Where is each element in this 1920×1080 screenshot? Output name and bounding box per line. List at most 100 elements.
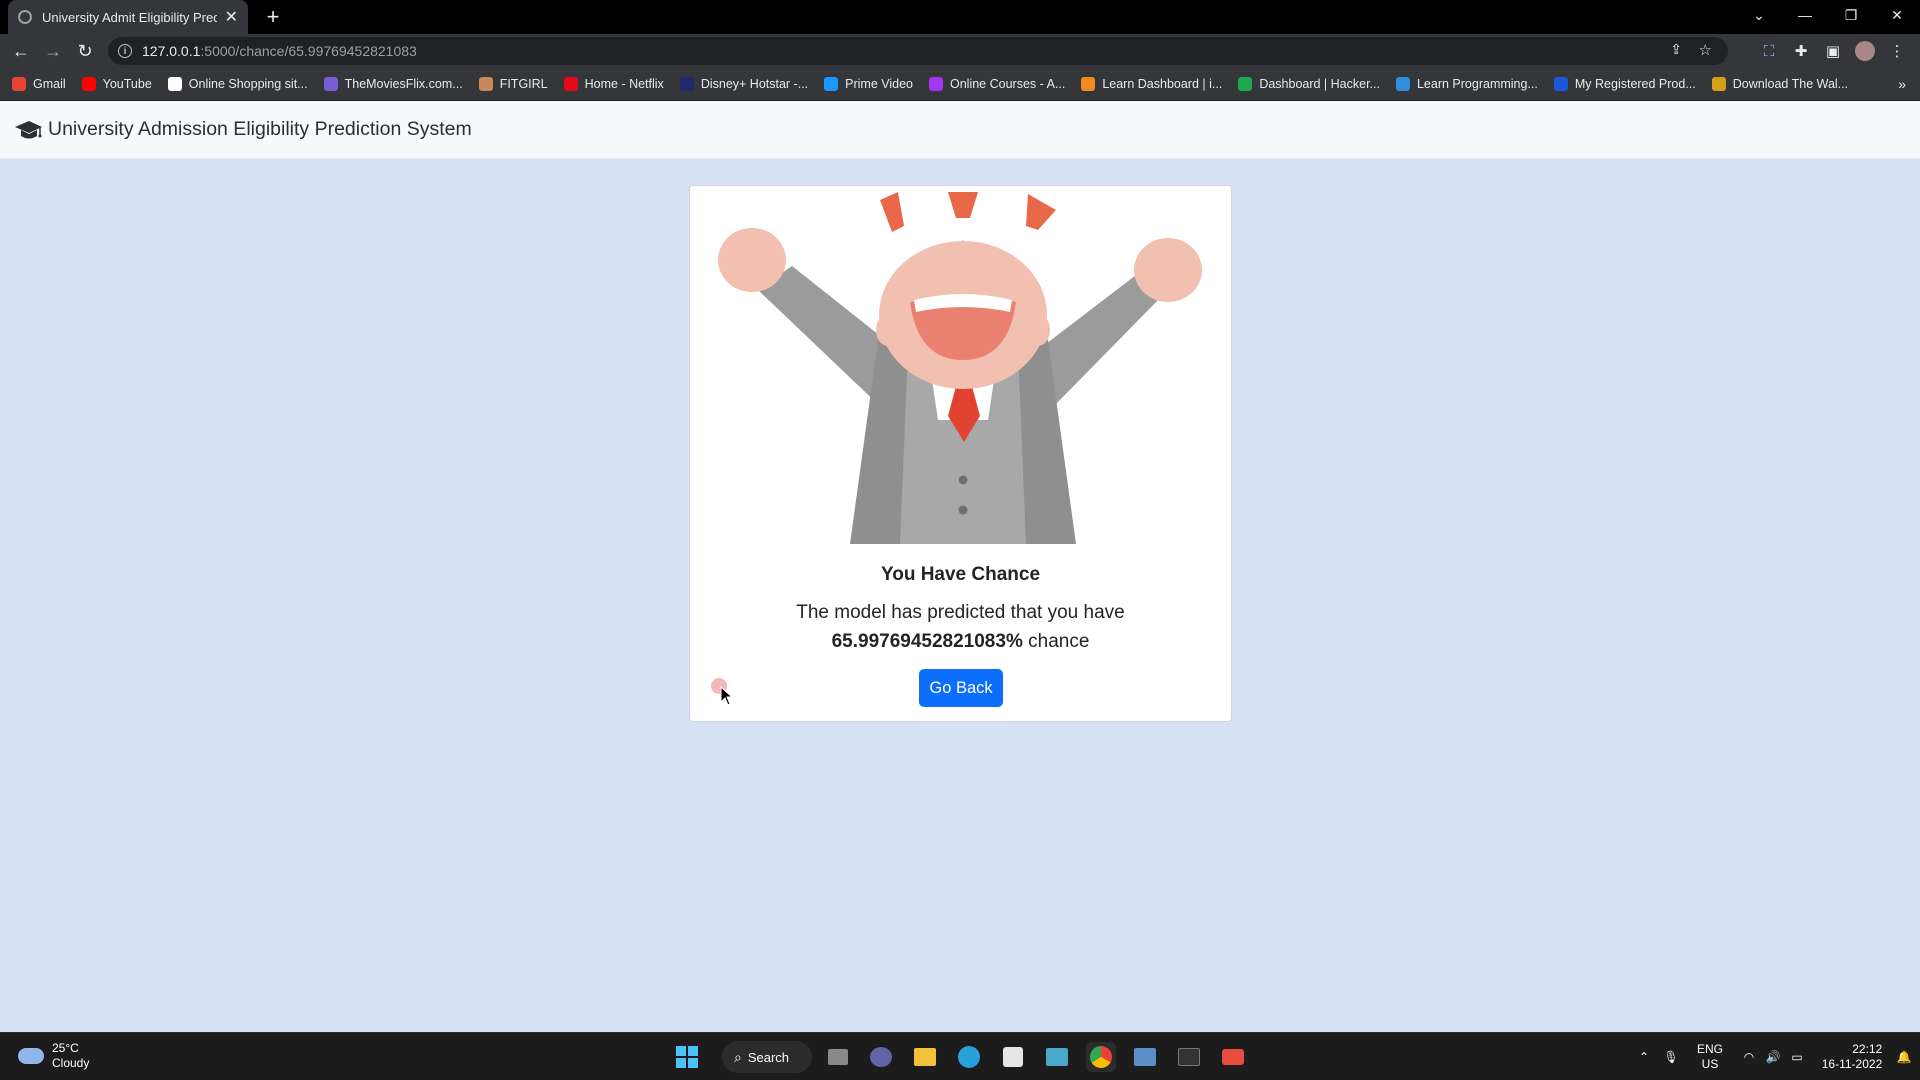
address-bar[interactable]: i 127.0.0.1:5000/chance/65.9976945282108… (108, 37, 1728, 65)
bookmark-label: Disney+ Hotstar -... (700, 77, 809, 91)
graduation-cap-icon (15, 120, 42, 138)
site-info-icon[interactable]: i (118, 44, 132, 58)
task-view-icon[interactable] (823, 1042, 853, 1072)
language-indicator[interactable]: ENG US (1688, 1033, 1732, 1080)
mouse-cursor-icon (720, 686, 734, 706)
back-button[interactable]: ← (8, 38, 34, 64)
chrome-icon[interactable] (1086, 1042, 1116, 1072)
lang-secondary: US (1701, 1057, 1719, 1071)
bookmark-favicon-icon (1238, 77, 1253, 91)
extensions-icon[interactable]: ✚ (1790, 40, 1812, 62)
new-tab-button[interactable]: + (258, 2, 288, 32)
side-panel-icon[interactable]: ▣ (1822, 40, 1844, 62)
bookmark-label: Gmail (33, 77, 66, 91)
bookmark-item[interactable]: Prime Video (824, 77, 913, 91)
minimize-button[interactable]: — (1782, 0, 1828, 30)
result-line1: The model has predicted that you have (796, 602, 1125, 623)
teams-chat-icon[interactable] (866, 1042, 896, 1072)
battery-icon[interactable]: ▭ (1786, 1033, 1808, 1080)
taskbar-search[interactable]: ⌕ Search (722, 1041, 812, 1073)
windows-taskbar: 25°C Cloudy ⌕ Search ⌃ 🎙 ENG US ◠ 🔊 ▭ 22:… (0, 1032, 1920, 1080)
bookmarks-bar: Gmail YouTube Online Shopping sit... TheMov… (0, 68, 1920, 101)
url-host: 127.0.0.1 (142, 43, 201, 59)
app-brand-title[interactable]: University Admission Eligibility Predict… (48, 118, 472, 141)
bookmark-item[interactable]: Home - Netflix (563, 77, 664, 91)
bookmark-label: Learn Dashboard | i... (1102, 77, 1223, 91)
show-hidden-icons-chevron[interactable]: ⌃ (1634, 1033, 1654, 1080)
bookmarks-overflow-icon[interactable]: » (1898, 76, 1906, 92)
result-title: You Have Chance (880, 564, 1041, 585)
lang-primary: ENG (1696, 1042, 1723, 1056)
forward-button[interactable]: → (40, 38, 66, 64)
bookmark-item[interactable]: Disney+ Hotstar -... (679, 77, 809, 91)
bookmark-label: FITGIRL (499, 77, 548, 91)
notification-icon[interactable]: 🔔 (1894, 1033, 1914, 1080)
cloud-icon (18, 1048, 44, 1064)
taskbar-search-label: Search (747, 1049, 790, 1065)
go-back-button[interactable]: Go Back (919, 669, 1003, 707)
edge-icon[interactable] (954, 1042, 984, 1072)
bookmark-favicon-icon (1081, 77, 1096, 91)
share-icon[interactable]: ⇪ (1670, 41, 1682, 58)
clock[interactable]: 22:12 16-11-2022 (1812, 1033, 1892, 1080)
app-icon[interactable] (1042, 1042, 1072, 1072)
terminal-icon[interactable] (1174, 1042, 1204, 1072)
photos-icon[interactable] (1130, 1042, 1160, 1072)
weather-temp: 25°C (52, 1041, 79, 1055)
app-navbar: University Admission Eligibility Predict… (0, 101, 1920, 159)
reload-button[interactable]: ↻ (72, 38, 98, 64)
weather-widget[interactable]: 25°C Cloudy (18, 1041, 89, 1071)
result-percent: 65.99769452821083% (831, 631, 1023, 652)
bookmark-label: Online Shopping sit... (188, 77, 308, 91)
browser-tab[interactable]: University Admit Eligibility Predic ✕ (8, 0, 248, 34)
clock-time: 22:12 (1852, 1042, 1883, 1056)
close-window-button[interactable]: ✕ (1874, 0, 1920, 30)
bookmark-label: TheMoviesFlix.com... (344, 77, 463, 91)
close-tab-icon[interactable]: ✕ (225, 7, 238, 27)
store-icon[interactable] (998, 1042, 1028, 1072)
browser-toolbar: ← → ↻ i 127.0.0.1:5000/chance/65.9976945… (0, 34, 1920, 68)
tab-search-icon[interactable]: ⌄ (1736, 0, 1782, 30)
bookmark-favicon-icon (929, 77, 943, 91)
bookmark-label: My Registered Prod... (1574, 77, 1696, 91)
volume-icon[interactable]: 🔊 (1762, 1033, 1784, 1080)
bookmark-item[interactable]: Download The Wal... (1711, 77, 1849, 91)
bookmark-favicon-icon (1553, 77, 1568, 91)
bookmark-label: Download The Wal... (1732, 77, 1849, 91)
bookmark-label: Prime Video (845, 77, 913, 91)
globe-icon (18, 10, 32, 24)
bookmark-item[interactable]: FITGIRL (478, 77, 548, 91)
bookmark-item[interactable]: Gmail (12, 77, 66, 91)
profile-avatar[interactable] (1854, 40, 1876, 62)
menu-kebab-icon[interactable]: ⋮ (1886, 40, 1908, 62)
browser-titlebar: University Admit Eligibility Predic ✕ + … (0, 0, 1920, 34)
bookmark-favicon-icon (478, 77, 493, 91)
bookmark-star-icon[interactable]: ☆ (1699, 41, 1712, 59)
screenshot-icon[interactable]: ⛶ (1758, 40, 1780, 62)
bookmark-item[interactable]: Learn Dashboard | i... (1081, 77, 1222, 91)
file-explorer-icon[interactable] (910, 1042, 940, 1072)
bookmark-favicon-icon (563, 77, 578, 91)
microphone-icon[interactable]: 🎙 (1660, 1033, 1682, 1080)
result-message: The model has predicted that you have 65… (690, 598, 1231, 656)
celebrating-person-illustration (718, 192, 1202, 544)
bookmark-item[interactable]: Online Courses - A... (929, 77, 1065, 91)
wifi-icon[interactable]: ◠ (1738, 1033, 1760, 1080)
bookmark-item[interactable]: Learn Programming... (1395, 77, 1538, 91)
camera-app-icon[interactable] (1218, 1042, 1248, 1072)
clock-date: 16-11-2022 (1821, 1057, 1883, 1071)
bookmark-label: Learn Programming... (1416, 77, 1538, 91)
bookmark-label: Home - Netflix (584, 77, 664, 91)
bookmark-favicon-icon (1711, 77, 1726, 91)
bookmark-favicon-icon (167, 77, 182, 91)
bookmark-item[interactable]: Online Shopping sit... (167, 77, 308, 91)
bookmark-item[interactable]: Dashboard | Hacker... (1238, 77, 1380, 91)
bookmark-item[interactable]: YouTube (81, 77, 152, 91)
bookmark-favicon-icon (12, 77, 26, 91)
start-icon[interactable] (672, 1042, 702, 1072)
bookmark-item[interactable]: TheMoviesFlix.com... (323, 77, 463, 91)
restore-button[interactable]: ❐ (1828, 0, 1874, 30)
bookmark-favicon-icon (824, 77, 839, 91)
bookmark-item[interactable]: My Registered Prod... (1553, 77, 1696, 91)
result-card: You Have Chance The model has predicted … (689, 185, 1232, 722)
